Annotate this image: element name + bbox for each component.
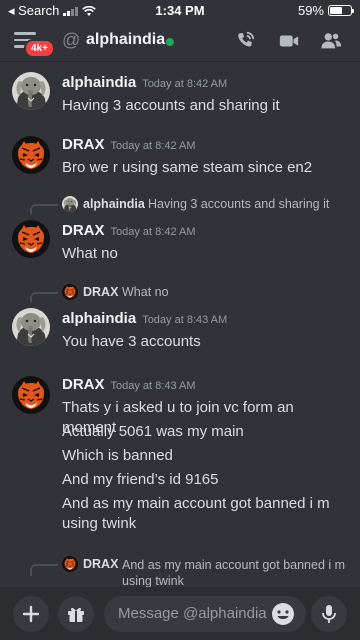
status-bar: ◂ Search 1:34 PM 59% — [0, 0, 360, 20]
message-timestamp: Today at 8:42 AM — [110, 140, 196, 152]
at-icon: @ — [62, 30, 81, 50]
reply-avatar — [62, 196, 78, 212]
avatar[interactable] — [12, 136, 50, 174]
call-icon[interactable] — [234, 30, 256, 52]
battery-icon — [328, 5, 354, 16]
message-timestamp: Today at 8:43 AM — [110, 380, 196, 392]
emoji-icon[interactable] — [270, 601, 296, 627]
message-author[interactable]: alphaindia Today at 8:42 AM — [62, 74, 227, 91]
message-text: Actually 5061 was my main — [62, 423, 244, 440]
reply-avatar — [62, 556, 78, 572]
message-timestamp: Today at 8:42 AM — [110, 226, 196, 238]
channel-header: 4k+ @ alphaindia — [0, 20, 360, 62]
composer-bar — [0, 587, 360, 640]
message-text: And as my main account got banned i m — [62, 495, 330, 512]
message-list[interactable]: alphaindia Today at 8:42 AM Having 3 acco… — [0, 62, 360, 587]
reply-spine — [30, 292, 58, 302]
avatar[interactable] — [12, 72, 50, 110]
message-text: You have 3 accounts — [62, 333, 201, 350]
unread-badge: 4k+ — [24, 39, 55, 58]
message-timestamp: Today at 8:42 AM — [142, 78, 228, 90]
members-icon[interactable] — [320, 30, 342, 52]
message-author[interactable]: DRAX Today at 8:43 AM — [62, 376, 196, 393]
reply-author: DRAX — [83, 557, 119, 571]
reply-author: alphaindia — [83, 197, 145, 211]
dm-recipient-name[interactable]: alphaindia — [86, 31, 165, 49]
message-text: Having 3 accounts and sharing it — [62, 97, 280, 114]
reply-text: And as my main account got banned i m us… — [122, 558, 346, 587]
plus-button[interactable] — [13, 596, 49, 632]
reply-author: DRAX — [83, 285, 119, 299]
gift-icon — [68, 607, 84, 622]
reply-text: What no — [122, 285, 169, 299]
reply-spine — [30, 204, 58, 214]
message-timestamp: Today at 8:43 AM — [142, 314, 228, 326]
message-text: using twink — [62, 515, 137, 532]
video-icon[interactable] — [278, 30, 300, 52]
message-author[interactable]: DRAX Today at 8:42 AM — [62, 136, 196, 153]
reply-reference[interactable]: DRAX What no — [30, 284, 360, 302]
online-status-dot — [166, 38, 174, 46]
message-author[interactable]: alphaindia Today at 8:43 AM — [62, 310, 227, 327]
message-author[interactable]: DRAX Today at 8:42 AM — [62, 222, 196, 239]
message-text: Bro we r using same steam since en2 — [62, 159, 313, 176]
avatar[interactable] — [12, 376, 50, 414]
gift-button[interactable] — [58, 596, 94, 632]
reply-reference[interactable]: alphaindia Having 3 accounts and sharing… — [30, 196, 360, 214]
battery-percent: 59% — [297, 3, 324, 18]
avatar[interactable] — [12, 220, 50, 258]
message-text: And my friend’s id 9165 — [62, 471, 219, 488]
plus-icon — [22, 605, 40, 623]
message-text: What no — [62, 245, 118, 262]
reply-spine — [30, 564, 58, 576]
mic-icon — [322, 605, 336, 623]
message-text: Which is banned — [62, 447, 173, 464]
reply-text: Having 3 accounts and sharing it — [148, 197, 330, 211]
reply-avatar — [62, 284, 78, 300]
avatar[interactable] — [12, 308, 50, 346]
voice-message-button[interactable] — [311, 596, 347, 632]
